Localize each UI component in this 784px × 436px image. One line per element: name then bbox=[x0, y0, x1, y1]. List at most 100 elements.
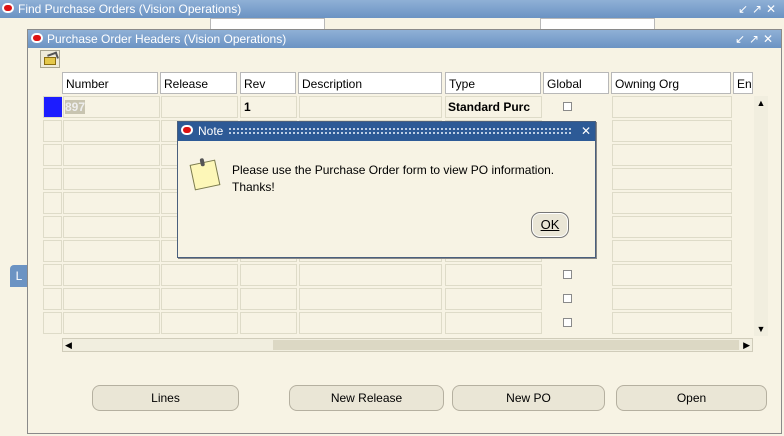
table-cell[interactable] bbox=[612, 96, 732, 118]
col-header-en[interactable]: En bbox=[733, 72, 753, 94]
left-tab[interactable]: L bbox=[10, 265, 28, 287]
table-cell[interactable] bbox=[612, 216, 732, 238]
scroll-down-icon[interactable]: ▼ bbox=[754, 324, 768, 334]
row-selector-active[interactable] bbox=[44, 97, 62, 117]
row-selector[interactable] bbox=[43, 144, 62, 166]
find-window-title: Find Purchase Orders (Vision Operations) bbox=[18, 2, 242, 16]
table-cell[interactable] bbox=[63, 120, 160, 142]
table-cell[interactable] bbox=[299, 96, 442, 118]
table-cell[interactable] bbox=[299, 264, 442, 286]
table-cell[interactable] bbox=[299, 288, 442, 310]
table-cell[interactable] bbox=[612, 120, 732, 142]
lines-button[interactable]: Lines bbox=[92, 385, 239, 411]
table-cell[interactable] bbox=[63, 144, 160, 166]
table-cell[interactable] bbox=[612, 168, 732, 190]
global-checkbox[interactable] bbox=[563, 294, 572, 303]
scroll-left-icon[interactable]: ◀ bbox=[65, 339, 72, 351]
scroll-up-icon[interactable]: ▲ bbox=[754, 98, 768, 108]
folder-tools-icon[interactable] bbox=[40, 50, 60, 68]
table-cell[interactable] bbox=[445, 264, 542, 286]
table-cell[interactable] bbox=[612, 144, 732, 166]
table-cell[interactable] bbox=[445, 312, 542, 334]
note-message-line2: Thanks! bbox=[232, 180, 275, 194]
vertical-scrollbar[interactable]: ▲ ▼ bbox=[754, 96, 768, 336]
table-cell[interactable] bbox=[240, 264, 297, 286]
new-release-button[interactable]: New Release bbox=[289, 385, 444, 411]
maximize-icon[interactable]: ↗ bbox=[747, 30, 761, 48]
table-cell[interactable] bbox=[612, 264, 732, 286]
oracle-icon bbox=[2, 3, 14, 13]
po-headers-titlebar: Purchase Order Headers (Vision Operation… bbox=[28, 30, 781, 48]
table-cell[interactable] bbox=[63, 216, 160, 238]
minimize-icon[interactable]: ↙ bbox=[733, 30, 747, 48]
table-cell[interactable] bbox=[612, 312, 732, 334]
col-header-rev[interactable]: Rev bbox=[240, 72, 296, 94]
note-dialog-title: Note bbox=[198, 124, 224, 138]
note-icon bbox=[189, 157, 221, 191]
table-cell[interactable] bbox=[299, 312, 442, 334]
table-cell[interactable] bbox=[161, 312, 238, 334]
type-value: Standard Purc bbox=[448, 100, 531, 114]
new-po-button-label: New PO bbox=[506, 391, 551, 405]
row-selector[interactable] bbox=[43, 120, 62, 142]
maximize-icon[interactable]: ↗ bbox=[750, 0, 764, 18]
table-cell[interactable] bbox=[161, 288, 238, 310]
row-selector[interactable] bbox=[43, 240, 62, 262]
col-header-owning-org[interactable]: Owning Org bbox=[611, 72, 731, 94]
find-window-titlebar: Find Purchase Orders (Vision Operations)… bbox=[0, 0, 784, 18]
close-icon[interactable]: ✕ bbox=[764, 0, 778, 18]
new-po-button[interactable]: New PO bbox=[452, 385, 605, 411]
row-selector[interactable] bbox=[43, 216, 62, 238]
lines-button-label: Lines bbox=[151, 391, 180, 405]
po-number-cell[interactable]: 897 bbox=[63, 96, 159, 118]
global-checkbox[interactable] bbox=[563, 102, 572, 111]
horizontal-scrollbar[interactable]: ◀ ▶ bbox=[62, 338, 753, 352]
close-icon[interactable]: ✕ bbox=[761, 30, 775, 48]
table-cell[interactable] bbox=[63, 192, 160, 214]
table-cell[interactable] bbox=[63, 264, 160, 286]
new-release-button-label: New Release bbox=[330, 391, 403, 405]
table-cell[interactable] bbox=[63, 168, 160, 190]
table-cell[interactable] bbox=[63, 288, 160, 310]
table-cell[interactable] bbox=[161, 264, 238, 286]
table-cell[interactable] bbox=[63, 312, 160, 334]
note-message-line1: Please use the Purchase Order form to vi… bbox=[232, 163, 555, 177]
col-header-description[interactable]: Description bbox=[298, 72, 442, 94]
col-header-type[interactable]: Type bbox=[445, 72, 541, 94]
note-dialog-titlebar: Note ✕ bbox=[178, 122, 595, 141]
col-header-number[interactable]: Number bbox=[62, 72, 158, 94]
open-button[interactable]: Open bbox=[616, 385, 767, 411]
global-checkbox[interactable] bbox=[563, 270, 572, 279]
table-cell[interactable] bbox=[240, 312, 297, 334]
find-window-controls: ↙ ↗ ✕ bbox=[736, 0, 778, 18]
oracle-icon bbox=[181, 125, 193, 135]
oracle-icon bbox=[31, 33, 43, 43]
table-cell[interactable] bbox=[612, 192, 732, 214]
po-headers-title: Purchase Order Headers (Vision Operation… bbox=[47, 32, 287, 46]
scroll-thumb[interactable] bbox=[273, 340, 739, 350]
row-selector[interactable] bbox=[43, 264, 62, 286]
table-cell[interactable] bbox=[63, 240, 160, 262]
col-header-global[interactable]: Global bbox=[543, 72, 609, 94]
scroll-right-icon[interactable]: ▶ bbox=[743, 339, 750, 351]
col-header-release[interactable]: Release bbox=[160, 72, 237, 94]
minimize-icon[interactable]: ↙ bbox=[736, 0, 750, 18]
table-cell[interactable] bbox=[161, 96, 238, 118]
open-button-label: Open bbox=[676, 391, 707, 405]
row-selector[interactable] bbox=[43, 168, 62, 190]
row-selector[interactable] bbox=[43, 288, 62, 310]
rev-value: 1 bbox=[244, 100, 251, 114]
table-cell[interactable] bbox=[612, 288, 732, 310]
ok-button[interactable]: OK bbox=[531, 212, 569, 238]
table-cell[interactable] bbox=[240, 288, 297, 310]
po-number-value: 897 bbox=[65, 100, 86, 114]
po-headers-controls: ↙ ↗ ✕ bbox=[733, 30, 775, 48]
global-checkbox[interactable] bbox=[563, 318, 572, 327]
close-icon[interactable]: ✕ bbox=[581, 122, 591, 141]
titlebar-pattern bbox=[228, 127, 571, 136]
ok-button-label: OK bbox=[540, 217, 560, 232]
table-cell[interactable] bbox=[612, 240, 732, 262]
table-cell[interactable] bbox=[445, 288, 542, 310]
row-selector[interactable] bbox=[43, 192, 62, 214]
row-selector[interactable] bbox=[43, 312, 62, 334]
